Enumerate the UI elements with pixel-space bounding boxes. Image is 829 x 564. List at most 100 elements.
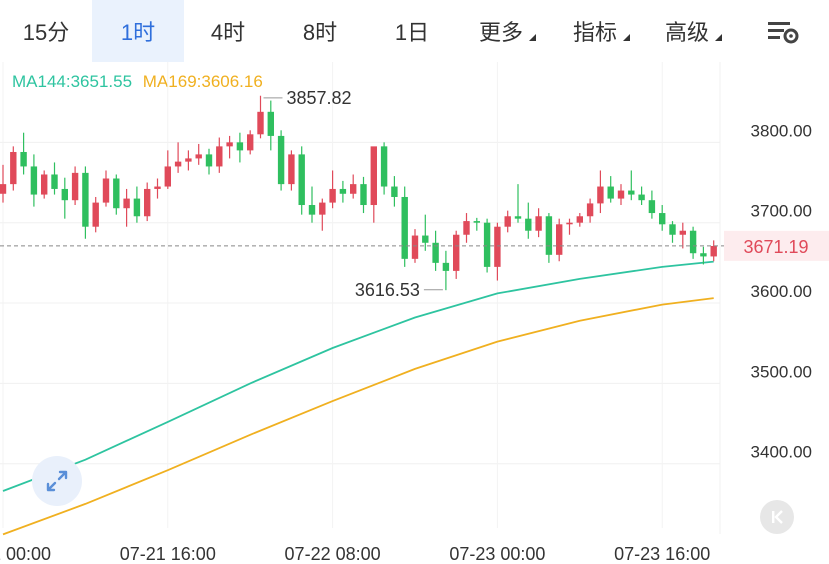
tab-15m[interactable]: 15分	[2, 0, 90, 62]
candle-body	[350, 184, 357, 194]
candle-body	[576, 216, 583, 223]
scroll-to-latest-button[interactable]	[760, 500, 794, 534]
candle-body	[525, 218, 532, 231]
candle-body	[216, 146, 223, 167]
candle-body	[92, 202, 99, 227]
high-price-label: 3857.82	[287, 88, 352, 108]
skip-to-latest-icon	[772, 510, 783, 524]
tab-advanced[interactable]: 高级	[646, 0, 728, 62]
dropdown-caret-icon	[715, 34, 722, 41]
tab-label: 1日	[394, 20, 430, 45]
candle-body	[339, 188, 347, 194]
current-price-label: 3671.19	[743, 237, 808, 257]
candle-body	[82, 172, 89, 227]
ma169-line	[2, 297, 714, 536]
candle-body	[628, 190, 635, 195]
candle-body	[566, 222, 573, 225]
candle-body	[659, 213, 666, 225]
tab-label: 指标	[572, 20, 617, 45]
y-tick-label: 3800.00	[751, 121, 812, 140]
candle-body	[586, 203, 594, 217]
candle-body	[113, 178, 120, 209]
y-tick-label: 3500.00	[751, 362, 812, 381]
candle-body	[442, 262, 450, 271]
expand-arrows-icon	[46, 470, 68, 492]
candle-body	[380, 146, 388, 187]
candle-body	[514, 216, 522, 219]
tab-label: 高级	[664, 20, 709, 45]
candle-body	[154, 186, 161, 189]
candle-body	[277, 135, 285, 185]
candle-body	[298, 154, 305, 206]
candle-body	[473, 221, 480, 223]
candle-body	[164, 166, 171, 187]
candle-body	[174, 161, 182, 167]
candle-body	[453, 234, 460, 271]
candle-body	[700, 253, 707, 257]
x-tick-label: 07-21 16:00	[120, 544, 216, 564]
candle-body	[422, 235, 429, 243]
candle-body	[236, 142, 244, 151]
tab-1d[interactable]: 1日	[368, 0, 456, 62]
chart-settings-icon[interactable]	[762, 10, 804, 52]
candle-body	[679, 230, 686, 235]
candle-body	[648, 200, 656, 214]
dropdown-caret-icon	[623, 34, 630, 41]
tab-8h[interactable]: 8时	[276, 0, 364, 62]
candle-body	[185, 158, 192, 162]
candle-body	[51, 174, 58, 189]
candle-body	[247, 134, 254, 151]
y-tick-label: 3700.00	[751, 202, 812, 221]
tab-more[interactable]: 更多	[460, 0, 542, 62]
candle-body	[257, 111, 264, 135]
candle-body	[607, 186, 614, 199]
candle-body	[133, 198, 141, 217]
candle-body	[556, 224, 563, 255]
dropdown-caret-icon	[529, 34, 536, 41]
candle-body	[545, 216, 553, 255]
candle-body	[195, 154, 202, 159]
tab-label: 15分	[22, 20, 70, 45]
candle-body	[463, 221, 470, 235]
candle-body	[401, 196, 408, 259]
tab-label: 1时	[120, 20, 156, 45]
candle-body	[20, 151, 27, 167]
x-tick-label: 07-23 16:00	[614, 544, 710, 564]
low-price-label: 3616.53	[355, 280, 420, 300]
tab-label: 更多	[478, 20, 523, 45]
candle-body	[123, 198, 130, 209]
candle-body	[144, 188, 151, 217]
tab-label: 8时	[302, 20, 338, 45]
candle-body	[710, 245, 717, 257]
candle-body	[30, 166, 38, 195]
candle-body	[669, 224, 676, 235]
candle-body	[597, 186, 604, 204]
tab-4h[interactable]: 4时	[184, 0, 272, 62]
candle-body	[41, 174, 48, 195]
candle-body	[10, 151, 17, 185]
candle-body	[535, 216, 542, 231]
candle-body	[0, 184, 7, 194]
candlestick-chart[interactable]: 3400.00 3500.00 3600.00 3700.00 3800.00 07-21…	[0, 62, 829, 564]
candle-body	[391, 186, 398, 197]
candle-body	[61, 188, 68, 201]
y-tick-label: 3600.00	[751, 282, 812, 301]
x-tick-label: 07-21 00:00	[0, 544, 51, 564]
fullscreen-expand-button[interactable]	[32, 456, 82, 506]
candle-body	[102, 178, 110, 203]
candle-body	[308, 205, 316, 215]
candle-body	[617, 190, 625, 199]
candle-body	[360, 184, 367, 206]
candle-body	[319, 202, 326, 215]
tab-label: 4时	[210, 20, 246, 45]
candle-body	[483, 222, 491, 267]
candle-body	[288, 154, 295, 185]
candle-body	[494, 226, 501, 267]
candle-body	[411, 235, 419, 259]
candle-body	[370, 146, 377, 206]
tab-1h[interactable]: 1时	[92, 0, 184, 62]
tab-indicators[interactable]: 指标	[554, 0, 636, 62]
y-tick-label: 3400.00	[751, 443, 812, 462]
timeframe-toolbar: 15分 1时 4时 8时 1日 更多 指标 高级	[0, 0, 829, 62]
candle-body	[71, 172, 79, 201]
